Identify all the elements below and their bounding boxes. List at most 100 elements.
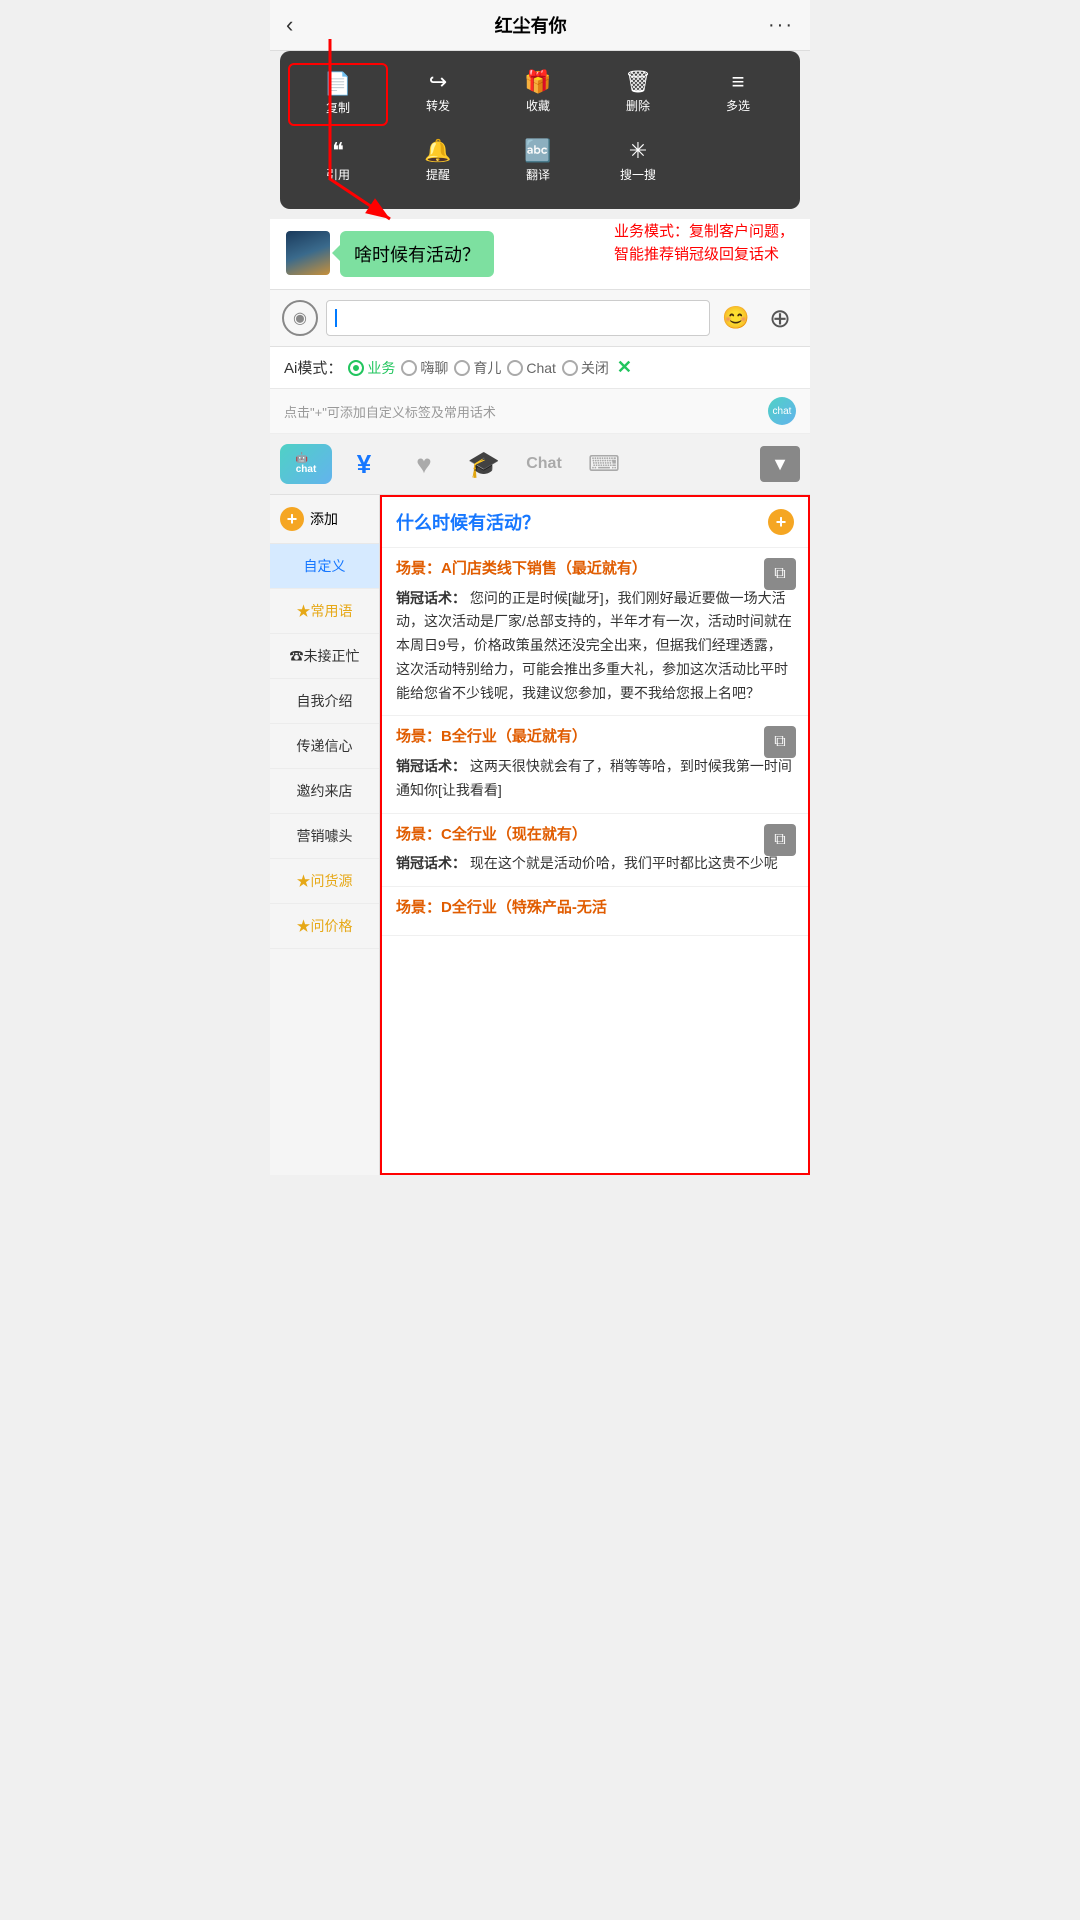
panel-add-btn[interactable]: + xyxy=(768,509,794,535)
text-input[interactable] xyxy=(326,300,710,336)
sidebar-item-confidence[interactable]: 传递信心 xyxy=(270,724,379,769)
copy-c-icon: ⧉ xyxy=(774,831,785,849)
money-icon: ¥ xyxy=(357,449,371,480)
emoji-button[interactable]: 😊 xyxy=(718,300,754,336)
back-button[interactable]: ‹ xyxy=(286,12,293,38)
scenario-d-title: 场景：D全行业（特殊产品-无活 xyxy=(396,897,794,920)
menu-search[interactable]: ✳ 搜一搜 xyxy=(588,132,688,191)
sidebar: + 添加 自定义 ★常用语 ☎未接正忙 自我介绍 传递信心 邀约来店 营销噱 xyxy=(270,495,380,1175)
chat-bubble: 啥时候有活动？ xyxy=(340,231,494,277)
context-menu-row-1: 📄 复制 ↪ 转发 🎁 收藏 🗑 删除 ≡ 多选 xyxy=(288,63,792,126)
more-button[interactable]: ··· xyxy=(768,14,794,37)
toolbar-dropdown-btn[interactable]: ▼ xyxy=(760,446,800,482)
tag-hint-text: 点击"+"可添加自定义标签及常用话术 xyxy=(284,402,496,421)
sidebar-item-busy[interactable]: ☎未接正忙 xyxy=(270,634,379,679)
sidebar-item-confidence-label: 传递信心 xyxy=(297,738,353,754)
sidebar-item-price-label: ★问价格 xyxy=(297,918,353,934)
scenario-c: 场景：C全行业（现在就有） ⧉ 销冠话术： 现在这个就是活动价哈，我们平时都比这… xyxy=(382,814,808,887)
scenario-a-label: 销冠话术： xyxy=(396,590,466,606)
tag-hint-bar: 点击"+"可添加自定义标签及常用话术 chat xyxy=(270,389,810,434)
sidebar-item-source[interactable]: ★问货源 xyxy=(270,859,379,904)
mode-business-label: 业务 xyxy=(367,358,395,378)
plus-button[interactable]: ⊕ xyxy=(762,300,798,336)
right-panel: 什么时候有活动？ + 场景：A门店类线下销售（最近就有） ⧉ 销冠话术： 您问的… xyxy=(380,495,810,1175)
toolbar-heart-btn[interactable]: ♥ xyxy=(396,442,452,486)
menu-multi[interactable]: ≡ 多选 xyxy=(688,63,788,126)
copy-icon: 📄 xyxy=(324,73,351,95)
toolbar: 🤖chat ¥ ♥ 🎓 Chat ⌨ ▼ xyxy=(270,434,810,495)
scenario-b-copy-btn[interactable]: ⧉ xyxy=(764,726,796,758)
menu-favorite[interactable]: 🎁 收藏 xyxy=(488,63,588,126)
menu-favorite-label: 收藏 xyxy=(526,97,550,114)
chat-area: 啥时候有活动？ 业务模式：复制客户问题，智能推荐销冠级回复话术 xyxy=(270,209,810,289)
heart-icon: ♥ xyxy=(416,449,431,480)
sidebar-item-marketing[interactable]: 营销噱头 xyxy=(270,814,379,859)
menu-quote-label: 引用 xyxy=(326,166,350,183)
scenario-a: 场景：A门店类线下销售（最近就有） ⧉ 销冠话术： 您问的正是时候[龇牙]，我们… xyxy=(382,548,808,716)
mode-parenting[interactable]: 育儿 xyxy=(454,358,501,378)
toolbar-money-btn[interactable]: ¥ xyxy=(336,442,392,486)
chat-hint-icon[interactable]: chat xyxy=(768,397,796,425)
menu-copy-label: 复制 xyxy=(326,99,350,116)
avatar xyxy=(286,231,330,275)
toolbar-chat-btn[interactable]: Chat xyxy=(516,442,572,486)
scenario-d: 场景：D全行业（特殊产品-无活 xyxy=(382,887,808,937)
radio-parenting xyxy=(454,360,470,376)
toolbar-keyboard-btn[interactable]: ⌨ xyxy=(576,442,632,486)
menu-forward-label: 转发 xyxy=(426,97,450,114)
scenario-c-copy-btn[interactable]: ⧉ xyxy=(764,824,796,856)
bubble-text: 啥时候有活动？ xyxy=(354,245,480,265)
menu-search-label: 搜一搜 xyxy=(620,166,656,183)
toolbar-robot-btn[interactable]: 🤖chat xyxy=(280,444,332,484)
sidebar-item-custom-label: 自定义 xyxy=(304,558,346,574)
mode-business[interactable]: 业务 xyxy=(348,358,395,378)
panel-header: 什么时候有活动？ + xyxy=(382,497,808,548)
radio-business xyxy=(348,360,364,376)
graduation-icon: 🎓 xyxy=(468,449,500,480)
sidebar-add-btn[interactable]: + 添加 xyxy=(270,495,379,544)
quote-icon: ❝ xyxy=(332,140,344,162)
sidebar-item-intro[interactable]: 自我介绍 xyxy=(270,679,379,724)
menu-multi-label: 多选 xyxy=(726,97,750,114)
scenario-c-label: 销冠话术： xyxy=(396,855,466,871)
menu-delete[interactable]: 🗑 删除 xyxy=(588,63,688,126)
mode-off[interactable]: 关闭 xyxy=(562,358,609,378)
menu-quote[interactable]: ❝ 引用 xyxy=(288,132,388,191)
menu-remind[interactable]: 🔔 提醒 xyxy=(388,132,488,191)
emoji-icon: 😊 xyxy=(722,305,749,331)
favorite-icon: 🎁 xyxy=(524,71,551,93)
voice-icon: ◉ xyxy=(293,308,307,328)
scenario-c-content: 销冠话术： 现在这个就是活动价哈，我们平时都比这贵不少呢 xyxy=(396,852,794,876)
sidebar-item-common[interactable]: ★常用语 xyxy=(270,589,379,634)
scenario-b: 场景：B全行业（最近就有） ⧉ 销冠话术： 这两天很快就会有了，稍等等哈，到时候… xyxy=(382,716,808,813)
add-circle-icon: + xyxy=(280,507,304,531)
menu-forward[interactable]: ↪ 转发 xyxy=(388,63,488,126)
ai-mode-bar: Ai模式： 业务 嗨聊 育儿 Chat 关闭 ✕ xyxy=(270,347,810,389)
mode-chat-label: 嗨聊 xyxy=(420,358,448,378)
chat-icon-label: chat xyxy=(773,406,792,417)
toolbar-graduation-btn[interactable]: 🎓 xyxy=(456,442,512,486)
radio-chat2 xyxy=(507,360,523,376)
menu-remind-label: 提醒 xyxy=(426,166,450,183)
sidebar-item-common-label: ★常用语 xyxy=(297,603,353,619)
context-menu: 📄 复制 ↪ 转发 🎁 收藏 🗑 删除 ≡ 多选 ❝ 引用 xyxy=(280,51,800,209)
sidebar-item-invite[interactable]: 邀约来店 xyxy=(270,769,379,814)
sidebar-item-source-label: ★问货源 xyxy=(297,873,353,889)
mode-off-label: 关闭 xyxy=(581,358,609,378)
sidebar-item-price[interactable]: ★问价格 xyxy=(270,904,379,949)
sidebar-item-custom[interactable]: 自定义 xyxy=(270,544,379,589)
scenario-a-copy-btn[interactable]: ⧉ xyxy=(764,558,796,590)
ai-mode-label: Ai模式： xyxy=(284,357,342,378)
header: ‹ 红尘有你 ··· xyxy=(270,0,810,51)
menu-copy[interactable]: 📄 复制 xyxy=(288,63,388,126)
copy-a-icon: ⧉ xyxy=(774,565,785,583)
ai-close-button[interactable]: ✕ xyxy=(617,357,632,378)
menu-translate[interactable]: 🔤 翻译 xyxy=(488,132,588,191)
input-area: ◉ 😊 ⊕ xyxy=(270,289,810,347)
mode-chat2[interactable]: Chat xyxy=(507,360,556,376)
sidebar-add-label: 添加 xyxy=(310,509,338,529)
scenario-b-title: 场景：B全行业（最近就有） xyxy=(396,726,794,749)
mode-chat[interactable]: 嗨聊 xyxy=(401,358,448,378)
sidebar-item-busy-label: ☎未接正忙 xyxy=(290,648,360,664)
voice-button[interactable]: ◉ xyxy=(282,300,318,336)
